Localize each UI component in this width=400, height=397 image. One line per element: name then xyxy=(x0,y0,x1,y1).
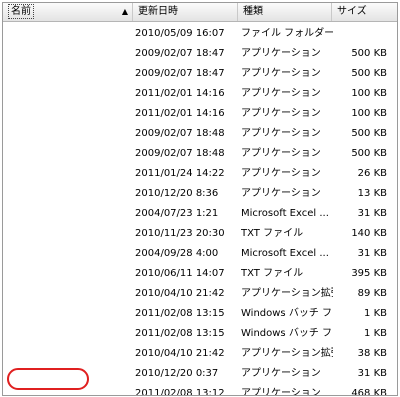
file-type: TXT ファイル xyxy=(241,228,304,239)
file-row[interactable]: restoreset.bat2011/02/08 13:15Windows バッ… xyxy=(3,304,397,324)
file-row[interactable]: SharpPcap.dll2010/04/10 21:42アプリケーション拡張3… xyxy=(3,344,397,364)
file-row[interactable]: PacketDotNet.dll2010/04/10 21:42アプリケーション… xyxy=(3,284,397,304)
file-list-view: 名前 ▲ 更新日時 種類 サイズ wwwroot2010/05/09 16:07… xyxy=(2,2,398,396)
file-date: 2004/09/28 4:00 xyxy=(135,248,219,259)
file-size: 395 KB xyxy=(351,268,387,279)
file-type: Windows バッチ ファ... xyxy=(241,328,333,339)
column-header-size[interactable]: サイズ xyxy=(332,3,397,21)
file-row[interactable]: inventory.xls2004/07/23 1:21Microsoft Ex… xyxy=(3,204,397,224)
file-size: 13 KB xyxy=(357,188,387,199)
file-type: アプリケーション拡張 xyxy=(241,288,333,299)
file-size: 31 KB xyxy=(357,208,387,219)
file-date: 2010/04/10 21:42 xyxy=(135,288,225,299)
file-size: 1 KB xyxy=(364,308,387,319)
file-size: 38 KB xyxy=(357,348,387,359)
file-date: 2011/02/01 14:16 xyxy=(135,88,225,99)
file-date: 2011/01/24 14:22 xyxy=(135,168,225,179)
file-row[interactable]: oui.txt2010/06/11 14:07TXT ファイル395 KB xyxy=(3,264,397,284)
file-row[interactable]: office.xls2004/09/28 4:00Microsoft Excel… xyxy=(3,244,397,264)
file-type: アプリケーション xyxy=(241,68,321,79)
file-row[interactable]: agentoff.exe2009/02/07 18:48アプリケーション500 … xyxy=(3,124,397,144)
file-date: 2011/02/08 13:12 xyxy=(135,388,225,396)
file-type: アプリケーション xyxy=(241,128,321,139)
file-rows: wwwroot2010/05/09 16:07ファイル フォルダーagent.e… xyxy=(3,24,397,396)
file-date: 2010/06/11 14:07 xyxy=(135,268,225,279)
file-size: 140 KB xyxy=(351,228,387,239)
column-header-name[interactable]: 名前 ▲ xyxy=(3,3,133,21)
file-size: 31 KB xyxy=(357,368,387,379)
file-size: 1 KB xyxy=(364,328,387,339)
file-size: 500 KB xyxy=(351,148,387,159)
file-size: 500 KB xyxy=(351,48,387,59)
file-date: 2011/02/01 14:16 xyxy=(135,108,225,119)
file-row[interactable]: saveset.bat2011/02/08 13:15Windows バッチ フ… xyxy=(3,324,397,344)
file-type: TXT ファイル xyxy=(241,268,304,279)
column-header-date[interactable]: 更新日時 xyxy=(133,3,238,21)
file-date: 2010/04/10 21:42 xyxy=(135,348,225,359)
file-type: アプリケーション xyxy=(241,368,321,379)
file-row[interactable]: viewer.exe2011/02/08 13:12アプリケーション468 KB xyxy=(3,384,397,396)
file-type: アプリケーション xyxy=(241,388,321,396)
file-date: 2009/02/07 18:48 xyxy=(135,148,225,159)
file-type: ファイル フォルダー xyxy=(241,28,333,39)
file-type: アプリケーション xyxy=(241,168,321,179)
file-row[interactable]: agentsrv.exe2011/01/24 14:22アプリケーション26 K… xyxy=(3,164,397,184)
file-date: 2004/07/23 1:21 xyxy=(135,208,219,219)
file-size: 31 KB xyxy=(357,248,387,259)
file-size: 500 KB xyxy=(351,68,387,79)
file-type: Windows バッチ ファ... xyxy=(241,308,333,319)
file-type: アプリケーション xyxy=(241,48,321,59)
file-size: 26 KB xyxy=(357,168,387,179)
file-date: 2010/11/23 20:30 xyxy=(135,228,225,239)
file-type: アプリケーション xyxy=(241,188,321,199)
column-header-type[interactable]: 種類 xyxy=(238,3,332,21)
file-row[interactable]: agent7b.exe2011/02/01 14:16アプリケーション100 K… xyxy=(3,104,397,124)
file-row[interactable]: agent.exe2009/02/07 18:47アプリケーション500 KB xyxy=(3,44,397,64)
file-type: Microsoft Excel ... xyxy=(241,208,329,219)
file-date: 2011/02/08 13:15 xyxy=(135,308,225,319)
sort-up-arrow-icon: ▲ xyxy=(121,7,128,16)
file-type: アプリケーション xyxy=(241,148,321,159)
file-type: アプリケーション xyxy=(241,88,321,99)
file-date: 2010/12/20 0:37 xyxy=(135,368,219,379)
file-size: 100 KB xyxy=(351,88,387,99)
file-type: アプリケーション xyxy=(241,108,321,119)
file-date: 2009/02/07 18:47 xyxy=(135,48,225,59)
file-type: アプリケーション拡張 xyxy=(241,348,333,359)
file-date: 2009/02/07 18:48 xyxy=(135,128,225,139)
column-header-bar: 名前 ▲ 更新日時 種類 サイズ xyxy=(3,3,397,22)
file-type: Microsoft Excel ... xyxy=(241,248,329,259)
file-date: 2009/02/07 18:47 xyxy=(135,68,225,79)
file-size: 100 KB xyxy=(351,108,387,119)
file-size: 468 KB xyxy=(351,388,387,396)
file-row[interactable]: uninstall.exe2010/12/20 0:37アプリケーション31 K… xyxy=(3,364,397,384)
file-date: 2010/05/09 16:07 xyxy=(135,28,225,39)
file-date: 2011/02/08 13:15 xyxy=(135,328,225,339)
file-row[interactable]: agent2.exe2009/02/07 18:47アプリケーション500 KB xyxy=(3,64,397,84)
file-date: 2010/12/20 8:36 xyxy=(135,188,219,199)
file-row[interactable]: makedb.txt2010/11/23 20:30TXT ファイル140 KB xyxy=(3,224,397,244)
file-size: 500 KB xyxy=(351,128,387,139)
file-row[interactable]: agentone.exe2009/02/07 18:48アプリケーション500 … xyxy=(3,144,397,164)
column-header-name-label: 名前 xyxy=(8,4,34,19)
file-row[interactable]: wwwroot2010/05/09 16:07ファイル フォルダー xyxy=(3,24,397,44)
file-row[interactable]: agent7.exe2011/02/01 14:16アプリケーション100 KB xyxy=(3,84,397,104)
file-row[interactable]: agentup.exe2010/12/20 8:36アプリケーション13 KB xyxy=(3,184,397,204)
file-size: 89 KB xyxy=(357,288,387,299)
